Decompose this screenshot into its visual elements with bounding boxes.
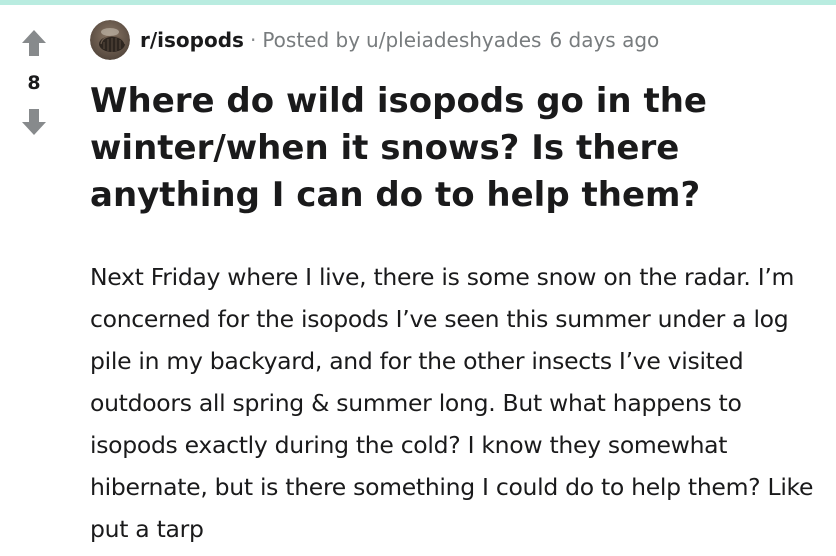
top-accent-bar xyxy=(0,0,836,5)
post-title[interactable]: Where do wild isopods go in the winter/w… xyxy=(90,78,825,219)
post-body: Next Friday where I live, there is some … xyxy=(90,263,814,543)
posted-by-label: Posted by xyxy=(262,28,361,52)
vote-count: 8 xyxy=(27,72,41,94)
post-meta: r/isopods · Posted by u/pleiadeshyades 6… xyxy=(90,20,659,60)
vote-column: 8 xyxy=(14,28,54,137)
downvote-arrow-icon xyxy=(22,109,46,135)
upvote-button[interactable] xyxy=(20,28,48,58)
upvote-arrow-icon xyxy=(22,30,46,56)
subreddit-avatar[interactable] xyxy=(90,20,130,60)
subreddit-link[interactable]: r/isopods xyxy=(140,28,244,52)
isopod-avatar-icon xyxy=(90,20,130,60)
post-timestamp[interactable]: 6 days ago xyxy=(549,28,659,52)
meta-separator: · xyxy=(249,28,257,52)
downvote-button[interactable] xyxy=(20,107,48,137)
author-link[interactable]: u/pleiadeshyades xyxy=(366,28,541,52)
